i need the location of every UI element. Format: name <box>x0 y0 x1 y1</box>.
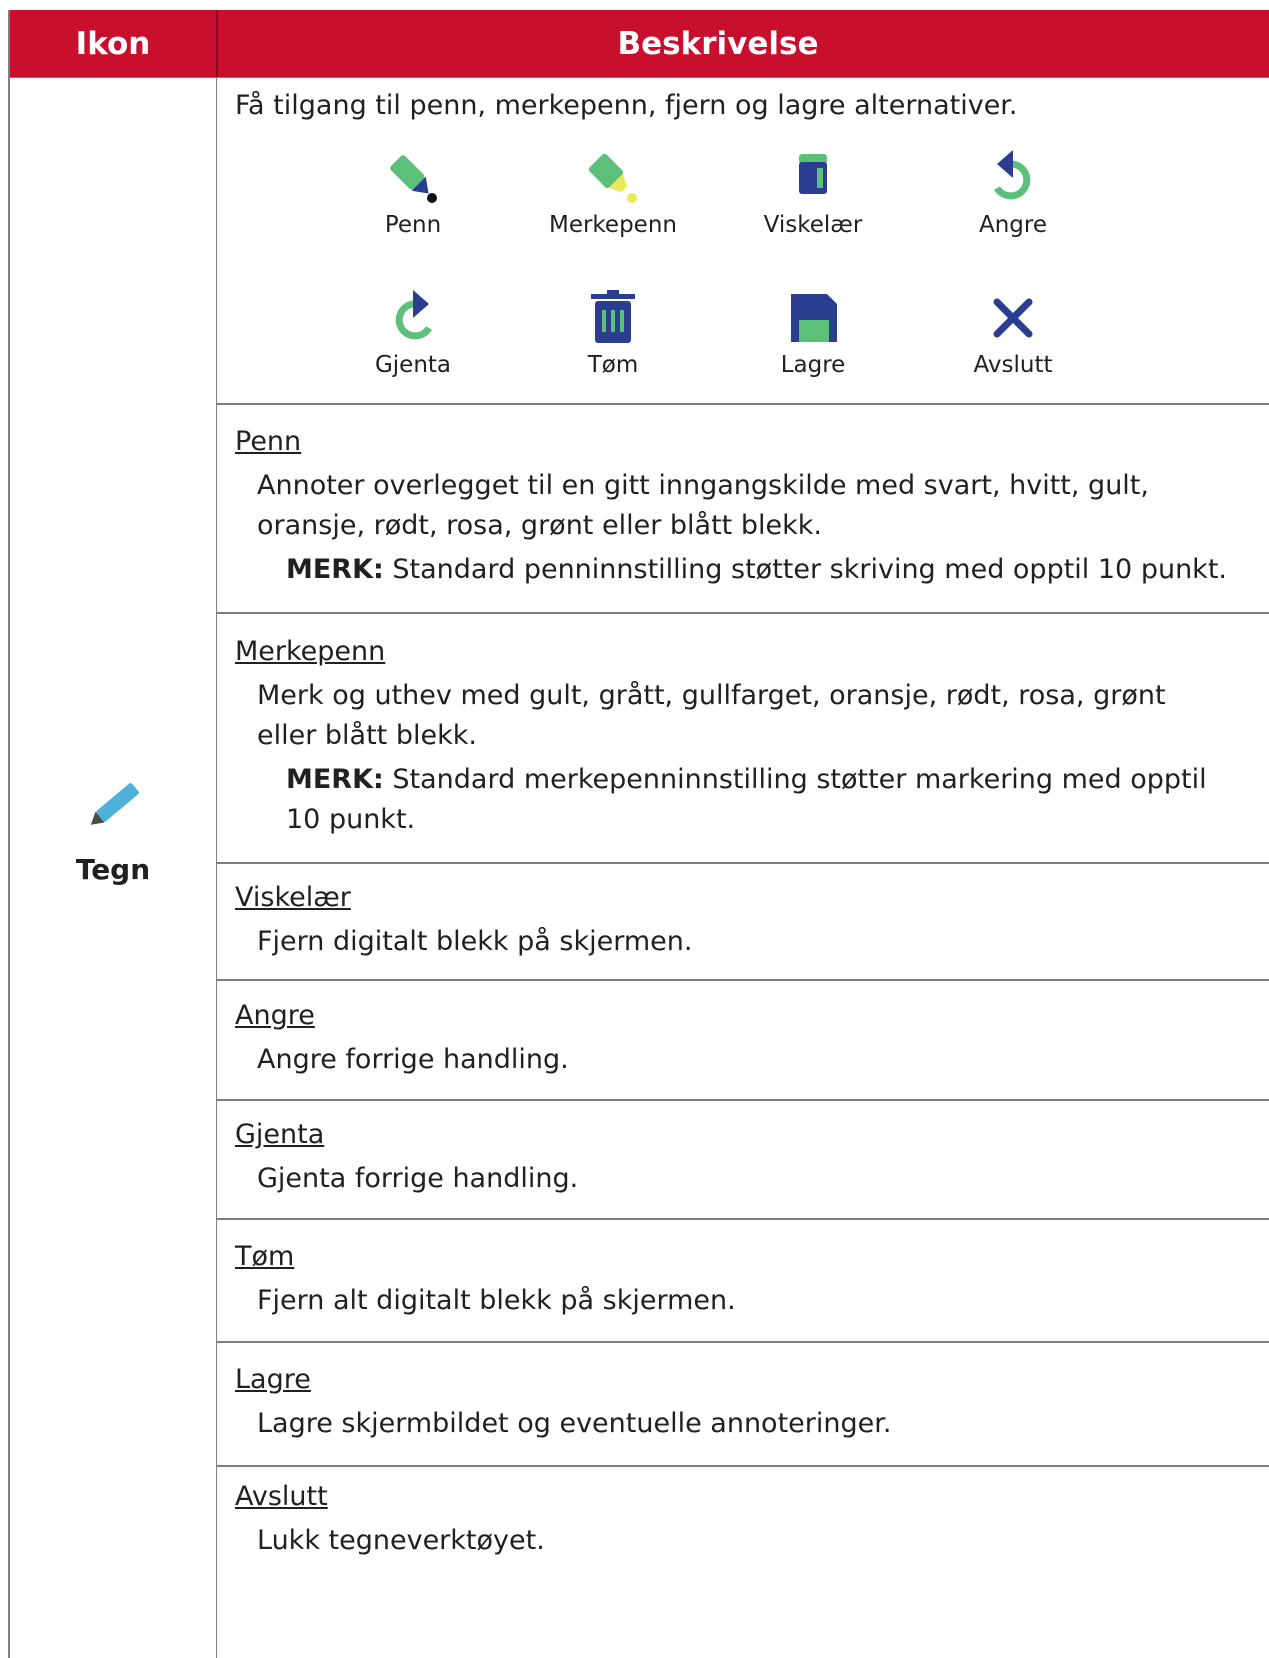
section-note: MERK: Standard penninnstilling støtter s… <box>286 550 1227 590</box>
section-merkepenn: Merkepenn Merk og uthev med gult, grått,… <box>235 634 1207 840</box>
section-angre: Angre Angre forrige handling. <box>235 998 569 1080</box>
section-title: Viskelær <box>235 882 351 913</box>
section-desc: Merk og uthev med gult, grått, gullfarge… <box>257 680 1166 711</box>
section-divider <box>217 1099 1269 1101</box>
section-divider <box>217 612 1269 614</box>
header-description-column: Beskrivelse <box>617 25 819 62</box>
section-title: Gjenta <box>235 1119 325 1150</box>
section-lagre: Lagre Lagre skjermbildet og eventuelle a… <box>235 1362 891 1444</box>
tool-label: Tøm <box>587 352 639 378</box>
section-tom: Tøm Fjern alt digitalt blekk på skjermen… <box>235 1239 736 1321</box>
tool-label: Viskelær <box>763 212 863 238</box>
section-note-cont: 10 punkt. <box>286 804 416 835</box>
section-title: Penn <box>235 426 302 457</box>
section-desc: Annoter overlegget til en gitt inngangsk… <box>257 470 1149 501</box>
redo-icon <box>395 290 433 340</box>
section-avslutt: Avslutt Lukk tegneverktøyet. <box>235 1479 545 1561</box>
note-label: MERK: <box>286 764 384 795</box>
tool-undo: Angre <box>913 148 1113 238</box>
section-divider <box>217 1341 1269 1343</box>
section-divider <box>217 862 1269 864</box>
section-title: Avslutt <box>235 1481 328 1512</box>
header-icon-column: Ikon <box>75 25 151 62</box>
highlighter-icon <box>588 153 637 203</box>
note-label: MERK: <box>286 554 384 585</box>
section-divider <box>217 979 1269 981</box>
tool-label: Avslutt <box>973 352 1053 378</box>
section-desc: Lukk tegneverktøyet. <box>257 1525 545 1556</box>
pen-icon <box>390 155 437 203</box>
note-text: Standard penninnstilling støtter skrivin… <box>383 554 1227 585</box>
tool-save: Lagre <box>713 288 913 378</box>
row-label-tegn: Tegn <box>75 853 151 886</box>
undo-icon <box>993 150 1031 200</box>
section-desc: Lagre skjermbildet og eventuelle annoter… <box>257 1408 892 1439</box>
section-divider <box>217 1218 1269 1220</box>
tool-label: Merkepenn <box>548 212 677 238</box>
feature-table: Ikon Beskrivelse Tegn Få tilgang til pen… <box>8 10 1269 1658</box>
section-viskelaer: Viskelær Fjern digitalt blekk på skjerme… <box>235 880 692 962</box>
section-desc: Gjenta forrige handling. <box>257 1163 579 1194</box>
section-title: Merkepenn <box>235 636 386 667</box>
section-divider <box>217 1465 1269 1467</box>
section-title: Angre <box>235 1000 315 1031</box>
note-text: Standard merkepenninnstilling støtter ma… <box>383 764 1207 795</box>
tool-label: Angre <box>978 212 1047 238</box>
section-note: MERK: Standard merkepenninnstilling støt… <box>286 760 1207 800</box>
header-bottom-border <box>10 77 1269 78</box>
tool-clear: Tøm <box>513 288 713 378</box>
section-desc: eller blått blekk. <box>257 720 477 751</box>
eraser-icon <box>799 154 827 194</box>
tool-label: Gjenta <box>374 352 452 378</box>
tool-pen: Penn <box>313 148 513 238</box>
column-divider <box>216 77 217 1658</box>
save-icon <box>791 294 837 342</box>
tool-highlighter: Merkepenn <box>513 148 713 238</box>
section-penn: Penn Annoter overlegget til en gitt inng… <box>235 424 1227 590</box>
section-title: Tøm <box>235 1241 295 1272</box>
section-divider <box>217 403 1269 405</box>
section-gjenta: Gjenta Gjenta forrige handling. <box>235 1117 578 1199</box>
tool-label: Lagre <box>780 352 846 378</box>
trash-icon <box>591 290 635 343</box>
section-desc: Angre forrige handling. <box>257 1044 569 1075</box>
close-icon <box>993 298 1033 338</box>
section-title: Lagre <box>235 1364 311 1395</box>
pencil-icon <box>90 782 139 825</box>
intro-text: Få tilgang til penn, merkepenn, fjern og… <box>235 90 1018 121</box>
tool-eraser: Viskelær <box>713 148 913 238</box>
tool-label: Penn <box>384 212 442 238</box>
tool-exit: Avslutt <box>913 288 1113 378</box>
section-desc: Fjern alt digitalt blekk på skjermen. <box>257 1285 736 1316</box>
section-desc: Fjern digitalt blekk på skjermen. <box>257 926 693 957</box>
section-desc: oransje, rødt, rosa, grønt eller blått b… <box>257 510 822 541</box>
tool-redo: Gjenta <box>313 288 513 378</box>
table-header: Ikon Beskrivelse <box>10 10 1269 77</box>
